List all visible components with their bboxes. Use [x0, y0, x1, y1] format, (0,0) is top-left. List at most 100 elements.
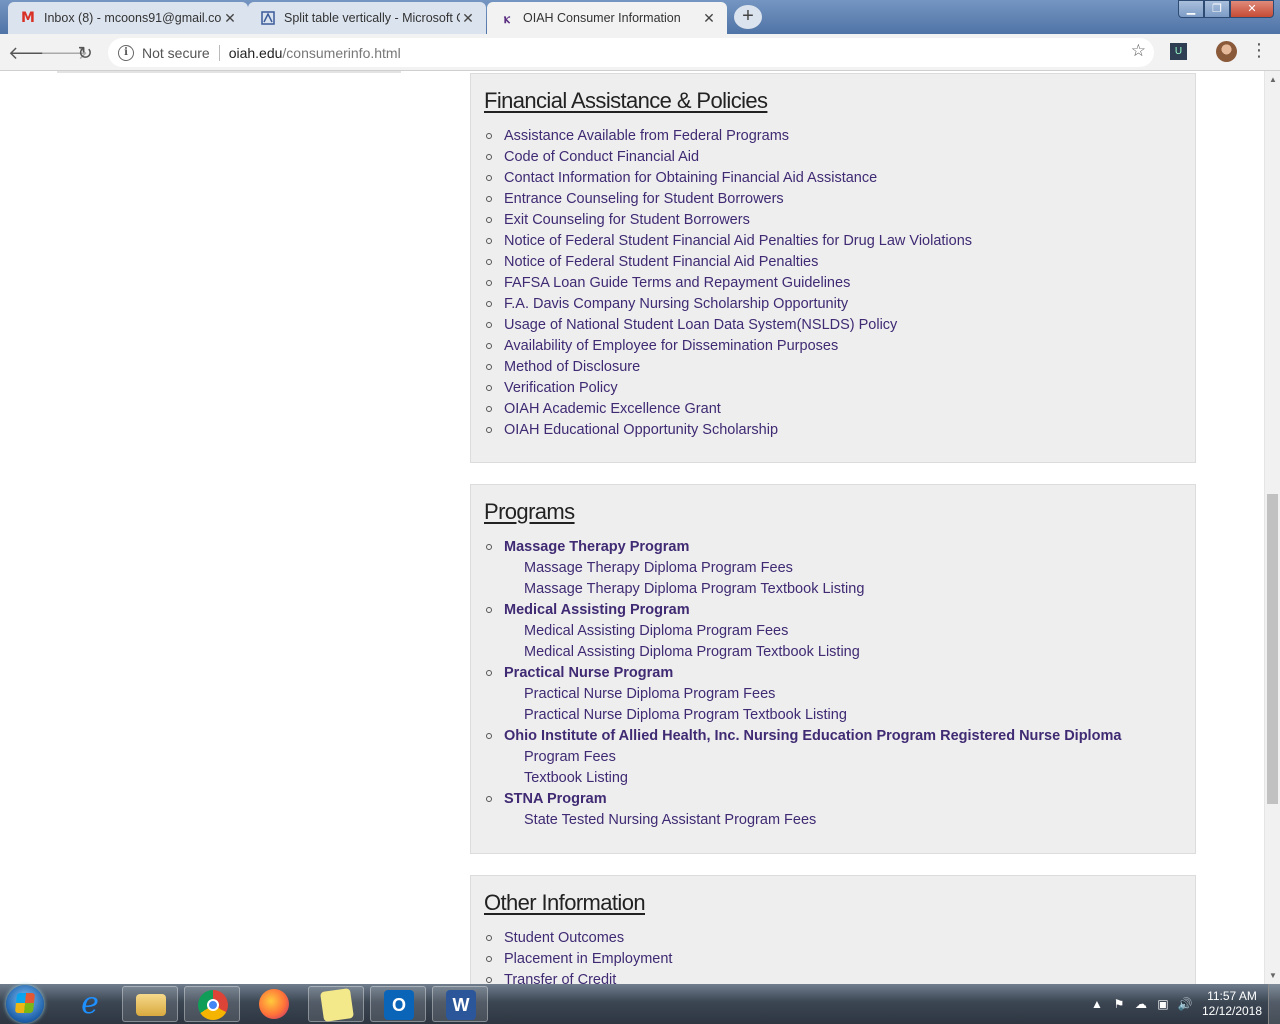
profile-avatar[interactable]	[1216, 41, 1237, 62]
list-item[interactable]: Verification Policy	[484, 378, 1195, 399]
system-clock[interactable]: 11:57 AM 12/12/2018	[1196, 989, 1268, 1019]
section-heading: Financial Assistance & Policies	[484, 88, 768, 113]
url-path: /consumerinfo.html	[282, 44, 401, 61]
section-heading: Other Information	[484, 890, 646, 915]
address-bar[interactable]: i Not secure oiah.edu/consumerinfo.html …	[108, 38, 1154, 67]
menu-icon[interactable]: ⋮	[1250, 40, 1268, 61]
list-item[interactable]: Transfer of Credit	[484, 970, 1195, 984]
file-explorer-icon	[136, 994, 166, 1016]
taskbar-app[interactable]	[308, 986, 364, 1022]
list-item[interactable]: Notice of Federal Student Financial Aid …	[484, 231, 1195, 252]
close-icon[interactable]: ✕	[222, 10, 238, 27]
program-link[interactable]: Medical Assisting Diploma Program Textbo…	[484, 642, 1195, 663]
list-item[interactable]: OIAH Academic Excellence Grant	[484, 399, 1195, 420]
browser-toolbar: 🡐 🡒 ↻ i Not secure oiah.edu/consumerinfo…	[0, 34, 1280, 71]
program-link[interactable]: Practical Nurse Diploma Program Textbook…	[484, 705, 1195, 726]
forward-button[interactable]: 🡒	[40, 40, 88, 66]
page-viewport: Financial Assistance & Policies Assistan…	[0, 71, 1264, 984]
section-heading: Programs	[484, 499, 575, 524]
program-link[interactable]: Massage Therapy Diploma Program Textbook…	[484, 579, 1195, 600]
windows-taskbar: e O W ▲ ⚑ ☁ ▣ 🔊 11:57 AM 12/12/2018	[0, 984, 1280, 1024]
program-title[interactable]: Medical Assisting Program	[484, 600, 1195, 621]
program-link[interactable]: Program Fees	[484, 747, 1195, 768]
financial-links-list: Assistance Available from Federal Progra…	[484, 126, 1195, 441]
back-button[interactable]: 🡐	[8, 40, 56, 66]
list-item[interactable]: Method of Disclosure	[484, 357, 1195, 378]
security-label: Not secure	[142, 44, 210, 61]
list-item[interactable]: Code of Conduct Financial Aid	[484, 147, 1195, 168]
close-window-button[interactable]: ✕	[1230, 0, 1274, 18]
list-item[interactable]: Usage of National Student Loan Data Syst…	[484, 315, 1195, 336]
url-domain: oiah.edu	[228, 44, 283, 61]
extension-icon[interactable]: U	[1170, 43, 1187, 60]
onedrive-cloud-icon[interactable]: ☁	[1130, 997, 1152, 1011]
minimize-button[interactable]: ▁	[1178, 0, 1204, 18]
taskbar-app[interactable]	[184, 986, 240, 1022]
tab-title: Split table vertically - Microsoft Offic…	[284, 11, 460, 25]
list-item[interactable]: Contact Information for Obtaining Financ…	[484, 168, 1195, 189]
close-icon[interactable]: ✕	[701, 10, 717, 27]
list-item[interactable]: Student Outcomes	[484, 928, 1195, 949]
system-tray: ▲ ⚑ ☁ ▣ 🔊 11:57 AM 12/12/2018	[1086, 984, 1280, 1024]
bookmark-star-icon[interactable]: ☆	[1131, 41, 1146, 61]
list-item[interactable]: F.A. Davis Company Nursing Scholarship O…	[484, 294, 1195, 315]
taskbar-app[interactable]: O	[370, 986, 426, 1022]
oiah-icon: ⲕ	[503, 9, 511, 26]
show-hidden-icons-icon[interactable]: ▲	[1086, 997, 1108, 1011]
network-icon[interactable]: ▣	[1152, 997, 1174, 1011]
other-links-list: Student Outcomes Placement in Employment…	[484, 928, 1195, 984]
tab-office-support[interactable]: Split table vertically - Microsoft Offic…	[248, 2, 486, 34]
scrollbar-thumb[interactable]	[1267, 494, 1278, 804]
taskbar-app[interactable]: W	[432, 986, 488, 1022]
clock-date: 12/12/2018	[1201, 1004, 1263, 1018]
program-link[interactable]: Textbook Listing	[484, 768, 1195, 789]
program-title[interactable]: STNA Program	[484, 789, 1195, 810]
new-tab-button[interactable]: +	[734, 5, 762, 29]
list-item[interactable]: Placement in Employment	[484, 949, 1195, 970]
word-icon: W	[446, 990, 476, 1020]
close-icon[interactable]: ✕	[460, 10, 476, 27]
tab-title: Inbox (8) - mcoons91@gmail.com	[44, 11, 222, 25]
start-button[interactable]	[6, 985, 44, 1023]
programs-section: Programs Massage Therapy Program Massage…	[470, 484, 1196, 854]
program-link[interactable]: Medical Assisting Diploma Program Fees	[484, 621, 1195, 642]
scroll-down-arrow-icon[interactable]: ▼	[1269, 971, 1277, 980]
list-item[interactable]: Availability of Employee for Disseminati…	[484, 336, 1195, 357]
taskbar-app[interactable]	[246, 986, 302, 1022]
scroll-up-arrow-icon[interactable]: ▲	[1269, 75, 1277, 84]
program-title[interactable]: Massage Therapy Program	[484, 537, 1195, 558]
tab-gmail[interactable]: M Inbox (8) - mcoons91@gmail.com ✕	[8, 2, 248, 34]
outlook-icon: O	[384, 990, 414, 1020]
list-item[interactable]: Notice of Federal Student Financial Aid …	[484, 252, 1195, 273]
chrome-icon	[198, 990, 228, 1020]
sidebar-divider	[57, 71, 401, 73]
program-link[interactable]: Massage Therapy Diploma Program Fees	[484, 558, 1195, 579]
program-title[interactable]: Ohio Institute of Allied Health, Inc. Nu…	[484, 726, 1195, 747]
firefox-icon	[259, 989, 289, 1019]
list-item[interactable]: Assistance Available from Federal Progra…	[484, 126, 1195, 147]
program-link[interactable]: State Tested Nursing Assistant Program F…	[484, 810, 1195, 831]
show-desktop-button[interactable]	[1268, 984, 1280, 1024]
list-item[interactable]: OIAH Educational Opportunity Scholarship	[484, 420, 1195, 441]
vertical-scrollbar[interactable]: ▲ ▼	[1264, 71, 1280, 984]
program-link[interactable]: Practical Nurse Diploma Program Fees	[484, 684, 1195, 705]
financial-assistance-section: Financial Assistance & Policies Assistan…	[470, 73, 1196, 463]
clock-time: 11:57 AM	[1207, 989, 1257, 1003]
info-icon[interactable]: i	[118, 44, 134, 61]
other-information-section: Other Information Student Outcomes Place…	[470, 875, 1196, 984]
volume-icon[interactable]: 🔊	[1174, 997, 1196, 1011]
gmail-icon: M	[21, 10, 35, 26]
reload-button[interactable]: ↻	[72, 40, 98, 66]
tab-oiah[interactable]: ⲕ OIAH Consumer Information ✕	[487, 2, 727, 34]
taskbar-app[interactable]: e	[62, 986, 118, 1022]
sticky-notes-icon	[320, 988, 354, 1022]
divider	[218, 44, 220, 61]
list-item[interactable]: Exit Counseling for Student Borrowers	[484, 210, 1195, 231]
taskbar-app[interactable]	[122, 986, 178, 1022]
list-item[interactable]: Entrance Counseling for Student Borrower…	[484, 189, 1195, 210]
action-center-flag-icon[interactable]: ⚑	[1108, 997, 1130, 1011]
window-controls: ▁ ❐ ✕	[1178, 0, 1274, 18]
list-item[interactable]: FAFSA Loan Guide Terms and Repayment Gui…	[484, 273, 1195, 294]
program-title[interactable]: Practical Nurse Program	[484, 663, 1195, 684]
restore-button[interactable]: ❐	[1204, 0, 1230, 18]
